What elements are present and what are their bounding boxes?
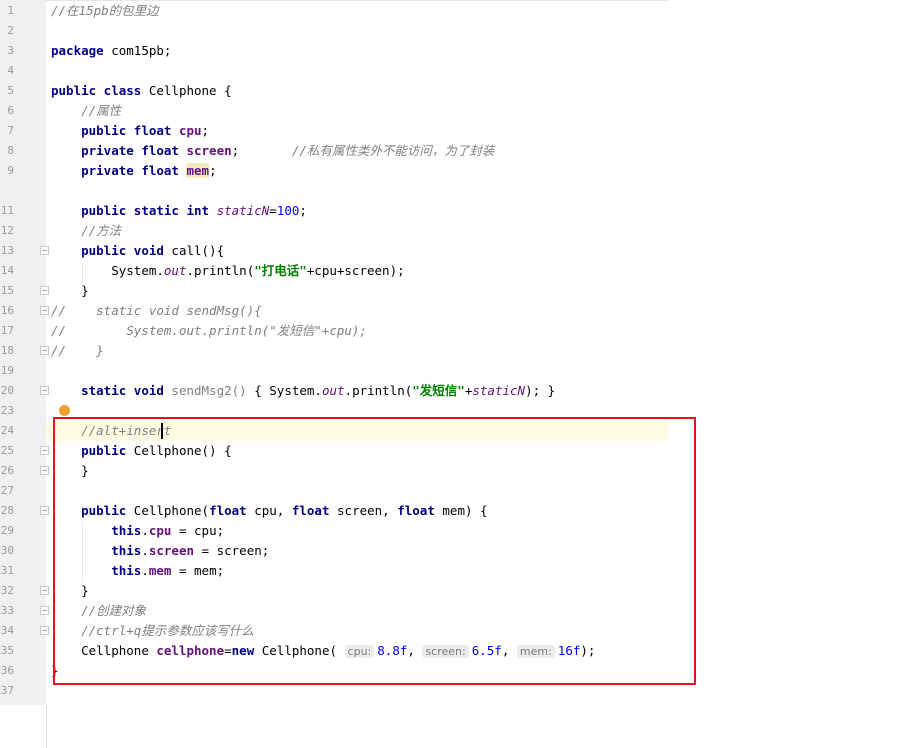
code-line: public void call(){ [81,243,225,258]
fold-marker[interactable] [40,286,49,295]
fold-marker[interactable] [40,606,49,615]
line-number: 3 [7,44,14,57]
code-line: package com15pb; [51,43,172,58]
line-number: 4 [7,64,14,77]
line-number: 17 [0,324,14,337]
code-line: private float mem; [81,163,217,178]
code-line: // System.out.println("发短信"+cpu); [51,323,367,338]
code-line: System.out.println("打电话"+cpu+screen); [111,263,405,278]
code-line: // } [51,343,104,358]
code-line: //属性 [81,103,122,118]
fold-marker[interactable] [40,506,49,515]
line-number: 13 [0,244,14,257]
code-line: } [81,283,89,298]
code-line: // static void sendMsg(){ [51,303,262,318]
line-number: 34 [0,624,14,637]
line-number: 33 [0,604,14,617]
line-number: 20 [0,384,14,397]
line-number: 30 [0,544,14,557]
line-number: 27 [0,484,14,497]
fold-marker[interactable] [40,246,49,255]
line-number: 8 [7,144,14,157]
line-number: 28 [0,504,14,517]
intention-bulb-icon[interactable] [59,405,70,416]
code-line: public class Cellphone { [51,83,232,98]
fold-marker[interactable] [40,346,49,355]
line-number: 31 [0,564,14,577]
line-number: 6 [7,104,14,117]
line-number: 7 [7,124,14,137]
code-line: public float cpu; [81,123,210,138]
line-number: 25 [0,444,14,457]
code-line: private float screen; //私有属性类外不能访问，为了封装 [81,143,495,158]
fold-marker[interactable] [40,386,49,395]
line-number: 9 [7,164,14,177]
line-number: 19 [0,364,14,377]
line-number: 32 [0,584,14,597]
code-line: static void sendMsg2() { System.out.prin… [81,383,556,398]
line-number: 15 [0,284,14,297]
line-number: 14 [0,264,14,277]
fold-marker[interactable] [40,446,49,455]
fold-marker[interactable] [40,306,49,315]
line-number: 26 [0,464,14,477]
code-line: public static int staticN=100; [81,203,307,218]
line-number: 24 [0,424,14,437]
line-number: 16 [0,304,14,317]
line-number: 37 [0,684,14,697]
red-annotation-box [53,417,696,685]
code-line: //方法 [81,223,122,238]
code-line: //在15pb的包里边 [51,3,159,18]
fold-marker[interactable] [40,626,49,635]
line-number: 5 [7,84,14,97]
line-number: 29 [0,524,14,537]
line-number: 23 [0,404,14,417]
fold-marker[interactable] [40,466,49,475]
line-number: 11 [0,204,14,217]
line-number: 35 [0,644,14,657]
line-number: 36 [0,664,14,677]
line-number: 18 [0,344,14,357]
line-number: 12 [0,224,14,237]
line-number: 1 [7,4,14,17]
fold-marker[interactable] [40,586,49,595]
line-number: 2 [7,24,14,37]
